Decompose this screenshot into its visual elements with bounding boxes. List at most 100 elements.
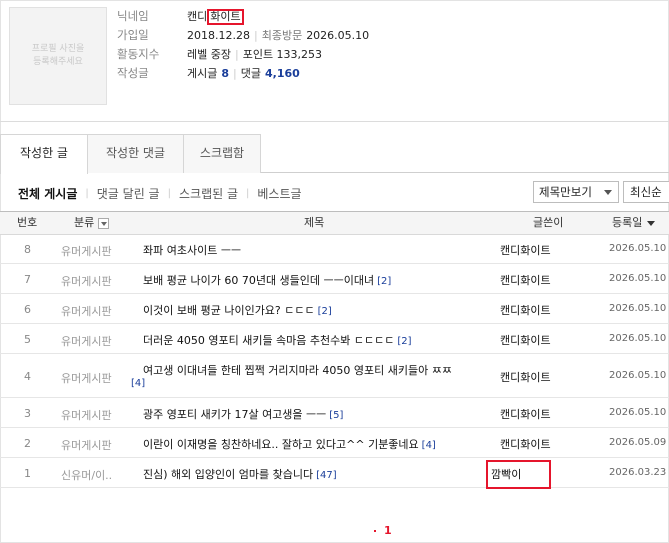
row-number: 8 [24, 243, 31, 256]
row-category[interactable]: 신유머/이.. [61, 467, 112, 483]
divider: | [85, 187, 89, 199]
tab-my-posts[interactable]: 작성한 글 [0, 134, 88, 174]
header-title: 제목 [304, 216, 325, 229]
post-filter-bar: 전체 게시글 | 댓글 달린 글 | 스크랩된 글 | 베스트글 [18, 184, 302, 202]
activity-label: 활동지수 [117, 47, 160, 61]
comment-count[interactable]: [4] [422, 440, 436, 451]
header-number: 번호 [17, 216, 38, 229]
row-title-text[interactable]: 보배 평균 나이가 60 70년대 생들인데 ㅡㅡ이대녀 [143, 274, 374, 287]
row-author[interactable]: 캔디화이트 [500, 272, 551, 288]
row-title-text[interactable]: 좌파 여초사이트 ㅡㅡ [143, 244, 241, 257]
row-category[interactable]: 유머게시판 [61, 437, 112, 453]
row-category[interactable]: 유머게시판 [61, 243, 112, 259]
sort-latest-button[interactable]: 최신순 [623, 181, 669, 203]
view-mode-select[interactable]: 제목만보기 [533, 181, 619, 203]
row-number: 6 [24, 303, 31, 316]
row-title[interactable]: 더러운 4050 영포티 새키들 속마음 추천수봐 ㄷㄷㄷㄷ [2] [143, 332, 412, 348]
row-title[interactable]: 이것이 보배 평균 나이인가요? ㄷㄷㄷ [2] [143, 302, 332, 318]
row-date: 2026.05.10 [609, 407, 667, 418]
filter-commented-posts[interactable]: 댓글 달린 글 [97, 185, 160, 202]
divider: | [246, 187, 250, 199]
table-row: 2 유머게시판 이란이 이재명을 칭찬하네요.. 잘하고 있다고^^ 기분좋네요… [0, 428, 669, 458]
row-author[interactable]: 캔디화이트 [500, 332, 551, 348]
row-category[interactable]: 유머게시판 [61, 273, 112, 289]
row-title[interactable]: 좌파 여초사이트 ㅡㅡ [143, 242, 241, 258]
row-date: 2026.05.10 [609, 333, 667, 344]
sort-desc-icon [647, 220, 656, 226]
posts-count: 8 [221, 67, 230, 80]
profile-section: 프로필 사진을 등록해주세요 닉네임 캔디 화이트 가입일 2018.12.28 … [0, 0, 669, 122]
row-title[interactable]: 여고생 이대녀들 한테 찝쩍 거리지마라 4050 영포티 새키들아 ㅉㅉ [143, 362, 452, 378]
header-category-label: 분류 [74, 216, 95, 229]
table-row: 5 유머게시판 더러운 4050 영포티 새키들 속마음 추천수봐 ㄷㄷㄷㄷ [2… [0, 324, 669, 354]
page-current[interactable]: 1 [384, 524, 392, 537]
filter-best-posts[interactable]: 베스트글 [257, 185, 301, 202]
posts-row: 작성글 게시글 8 | 댓글 4,160 [117, 64, 369, 83]
posts-text: 게시글 [187, 67, 218, 80]
row-title-text[interactable]: 진심) 해외 입양인이 엄마를 찾습니다 [143, 468, 313, 481]
comment-count[interactable]: [47] [316, 470, 337, 481]
filter-scrapped-posts[interactable]: 스크랩된 글 [179, 185, 238, 202]
activity-row: 활동지수 레벨 중장 | 포인트 133,253 [117, 45, 369, 64]
row-date: 2026.05.10 [609, 273, 667, 284]
tab-bar: 작성한 글 작성한 댓글 스크랩함 [0, 134, 669, 174]
row-number: 5 [24, 333, 31, 346]
comment-count[interactable]: [2] [397, 336, 411, 347]
row-title[interactable]: 광주 영포티 새키가 17살 여고생을 ㅡㅡ [5] [143, 406, 343, 422]
level-text: 레벨 중장 [187, 48, 231, 61]
row-title-text[interactable]: 여고생 이대녀들 한테 찝쩍 거리지마라 4050 영포티 새키들아 ㅉㅉ [143, 364, 452, 377]
tab-my-comments[interactable]: 작성한 댓글 [87, 134, 184, 173]
table-row: 3 유머게시판 광주 영포티 새키가 17살 여고생을 ㅡㅡ [5] 캔디화이트 … [0, 398, 669, 428]
filter-all-posts[interactable]: 전체 게시글 [18, 185, 77, 202]
row-author[interactable]: 캔디화이트 [500, 369, 551, 385]
pagination-marker [374, 530, 376, 532]
nickname-prefix: 캔디 [187, 10, 208, 23]
header-category[interactable]: 분류 [74, 212, 110, 234]
row-author[interactable]: 캔디화이트 [500, 302, 551, 318]
row-author[interactable]: 깜빡이 [486, 460, 552, 489]
nickname-label: 닉네임 [117, 9, 149, 23]
comment-count[interactable]: [2] [318, 306, 332, 317]
row-title-count-line: [4] [131, 376, 145, 389]
row-title-text[interactable]: 이란이 이재명을 칭찬하네요.. 잘하고 있다고^^ 기분좋네요 [143, 438, 419, 451]
chevron-down-icon [604, 190, 612, 195]
row-category[interactable]: 유머게시판 [61, 407, 112, 423]
row-title-text[interactable]: 이것이 보배 평균 나이인가요? ㄷㄷㄷ [143, 304, 315, 317]
divider: | [253, 29, 258, 42]
joined-row: 가입일 2018.12.28 | 최종방문 2026.05.10 [117, 26, 369, 45]
row-number: 4 [24, 370, 31, 383]
author-highlight[interactable]: 깜빡이 [486, 460, 552, 489]
comment-count[interactable]: [4] [131, 378, 145, 389]
row-title-text[interactable]: 광주 영포티 새키가 17살 여고생을 ㅡㅡ [143, 408, 326, 421]
header-date[interactable]: 등록일 [612, 212, 656, 234]
row-category[interactable]: 유머게시판 [61, 333, 112, 349]
row-number: 7 [24, 273, 31, 286]
header-date-label: 등록일 [612, 216, 643, 229]
row-title[interactable]: 이란이 이재명을 칭찬하네요.. 잘하고 있다고^^ 기분좋네요 [4] [143, 436, 436, 452]
divider: | [234, 48, 239, 61]
last-visit-label: 최종방문 [261, 29, 303, 42]
comment-count[interactable]: [5] [329, 410, 343, 421]
row-date: 2026.03.23 [609, 467, 667, 478]
row-title[interactable]: 보배 평균 나이가 60 70년대 생들인데 ㅡㅡ이대녀 [2] [143, 272, 391, 288]
row-author[interactable]: 캔디화이트 [500, 406, 551, 422]
table-header: 번호 분류 제목 글쓴이 등록일 [0, 211, 669, 235]
table-row: 6 유머게시판 이것이 보배 평균 나이인가요? ㄷㄷㄷ [2] 캔디화이트 20… [0, 294, 669, 324]
row-title[interactable]: 진심) 해외 입양인이 엄마를 찾습니다 [47] [143, 466, 337, 482]
row-number: 2 [24, 437, 31, 450]
category-dropdown-icon[interactable] [98, 217, 110, 229]
row-date: 2026.05.09 [609, 437, 667, 448]
tab-scraps[interactable]: 스크랩함 [183, 134, 261, 173]
profile-photo-placeholder[interactable]: 프로필 사진을 등록해주세요 [9, 7, 107, 105]
row-category[interactable]: 유머게시판 [61, 370, 112, 386]
row-author[interactable]: 캔디화이트 [500, 242, 551, 258]
posts-label: 작성글 [117, 66, 149, 80]
nickname-value: 캔디 화이트 [187, 7, 244, 26]
joined-label: 가입일 [117, 28, 149, 42]
row-date: 2026.05.10 [609, 370, 667, 381]
nickname-row: 닉네임 캔디 화이트 [117, 7, 369, 26]
row-author[interactable]: 캔디화이트 [500, 436, 551, 452]
comment-count[interactable]: [2] [377, 276, 391, 287]
row-category[interactable]: 유머게시판 [61, 303, 112, 319]
row-title-text[interactable]: 더러운 4050 영포티 새키들 속마음 추천수봐 ㄷㄷㄷㄷ [143, 334, 394, 347]
